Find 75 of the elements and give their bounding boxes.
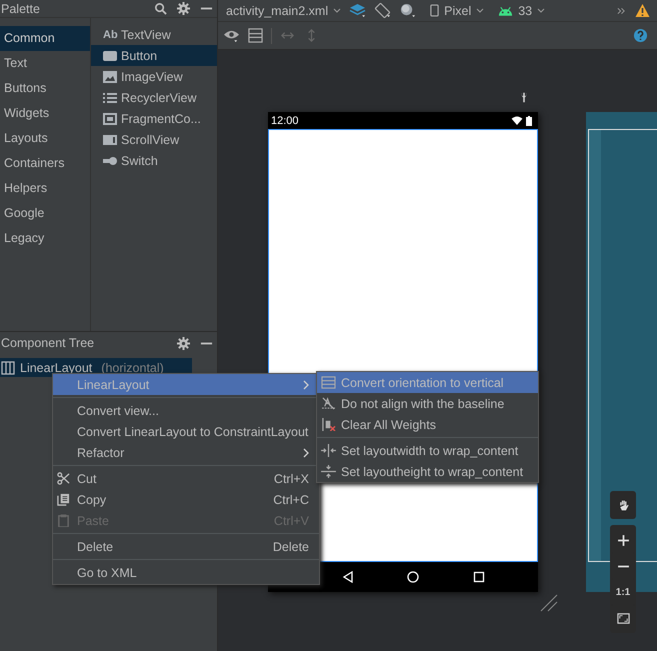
palette-category[interactable]: Helpers: [0, 176, 90, 201]
list-icon: [103, 92, 117, 104]
wrap-width-icon: [321, 444, 336, 457]
palette-category[interactable]: Google: [0, 201, 90, 226]
settings-icon[interactable]: [177, 2, 190, 15]
palette-widget[interactable]: RecyclerView: [91, 87, 217, 108]
scroll-icon: [103, 134, 117, 146]
panel-title: Component Tree: [1, 336, 96, 350]
eye-icon[interactable]: [223, 28, 240, 43]
api-dropdown[interactable]: 33: [498, 4, 546, 18]
copy-icon: [57, 493, 70, 506]
menu-item[interactable]: Refactor: [53, 442, 319, 463]
frame-icon: [103, 112, 117, 124]
menu-item[interactable]: Convert LinearLayout to ConstraintLayout: [53, 421, 319, 442]
file-dropdown[interactable]: activity_main2.xml: [226, 4, 342, 18]
menu-item[interactable]: Do not align with the baseline: [317, 393, 538, 414]
palette-category[interactable]: Legacy: [0, 226, 90, 251]
device-dropdown[interactable]: Pixel: [430, 4, 484, 18]
settings-icon[interactable]: [177, 336, 190, 350]
wifi-icon: [511, 116, 523, 125]
blueprint-icon[interactable]: [247, 28, 264, 43]
pan-button[interactable]: [610, 491, 636, 519]
battery-icon: [526, 116, 532, 126]
button-shape-icon: [103, 50, 117, 62]
palette-category[interactable]: Widgets: [0, 101, 90, 126]
columns-icon: [1, 360, 15, 374]
recents-icon[interactable]: [472, 571, 484, 583]
chevron-down-icon: [537, 8, 546, 13]
menu-item[interactable]: Copy Ctrl+C: [53, 489, 319, 510]
menu-item[interactable]: Set layoutwidth to wrap_content: [317, 440, 538, 461]
menu-item[interactable]: Delete Delete: [53, 536, 319, 557]
baseline-off-icon: [321, 397, 336, 410]
widget-type-label: Ab: [103, 28, 117, 40]
palette-category[interactable]: Common: [0, 26, 90, 51]
menu-item[interactable]: Set layoutheight to wrap_content: [317, 461, 538, 482]
menu-item[interactable]: Go to XML: [53, 562, 319, 583]
plus-icon: [616, 534, 630, 546]
wrench-icon[interactable]: [520, 91, 528, 104]
android-icon: [498, 6, 514, 16]
chevron-down-icon: [333, 8, 342, 13]
help-icon[interactable]: [632, 28, 649, 43]
menu-item[interactable]: Cut Ctrl+X: [53, 468, 319, 489]
menu-item[interactable]: Convert view...: [53, 400, 319, 421]
phone-icon: [430, 4, 440, 17]
image-icon: [103, 70, 117, 82]
palette-category[interactable]: Buttons: [0, 76, 90, 101]
palette-category[interactable]: Text: [0, 51, 90, 76]
clear-weights-icon: [321, 418, 336, 431]
clipboard-icon: [57, 514, 70, 527]
toggle-icon: [103, 154, 117, 166]
palette-widget[interactable]: ImageView: [91, 66, 217, 87]
palette-widget[interactable]: ScrollView: [91, 129, 217, 150]
warning-icon[interactable]: [634, 3, 651, 18]
status-time: 12:00: [271, 114, 300, 126]
scissors-icon: [57, 472, 70, 485]
palette-widget[interactable]: Switch: [91, 150, 217, 171]
palette-category[interactable]: Containers: [0, 151, 90, 176]
menu-item[interactable]: Clear All Weights: [317, 414, 538, 435]
home-icon[interactable]: [407, 571, 419, 583]
overflow-icon[interactable]: [617, 6, 626, 14]
back-icon[interactable]: [342, 571, 354, 583]
palette-widget[interactable]: Ab TextView: [91, 24, 217, 45]
search-icon[interactable]: [154, 2, 167, 15]
chevron-down-icon: [476, 8, 484, 13]
panel-title: Palette: [1, 2, 41, 16]
palette-widget[interactable]: Button: [91, 45, 217, 66]
rotate-icon[interactable]: [374, 3, 392, 18]
palette-widget[interactable]: FragmentCo...: [91, 108, 217, 129]
theme-icon[interactable]: [399, 3, 416, 18]
layers-icon[interactable]: [349, 3, 366, 18]
rows-icon: [321, 376, 336, 389]
wrap-height-icon: [321, 465, 336, 478]
resize-handle-icon[interactable]: [540, 594, 558, 612]
palette-category[interactable]: Layouts: [0, 126, 90, 151]
fit-screen-icon: [616, 612, 630, 624]
